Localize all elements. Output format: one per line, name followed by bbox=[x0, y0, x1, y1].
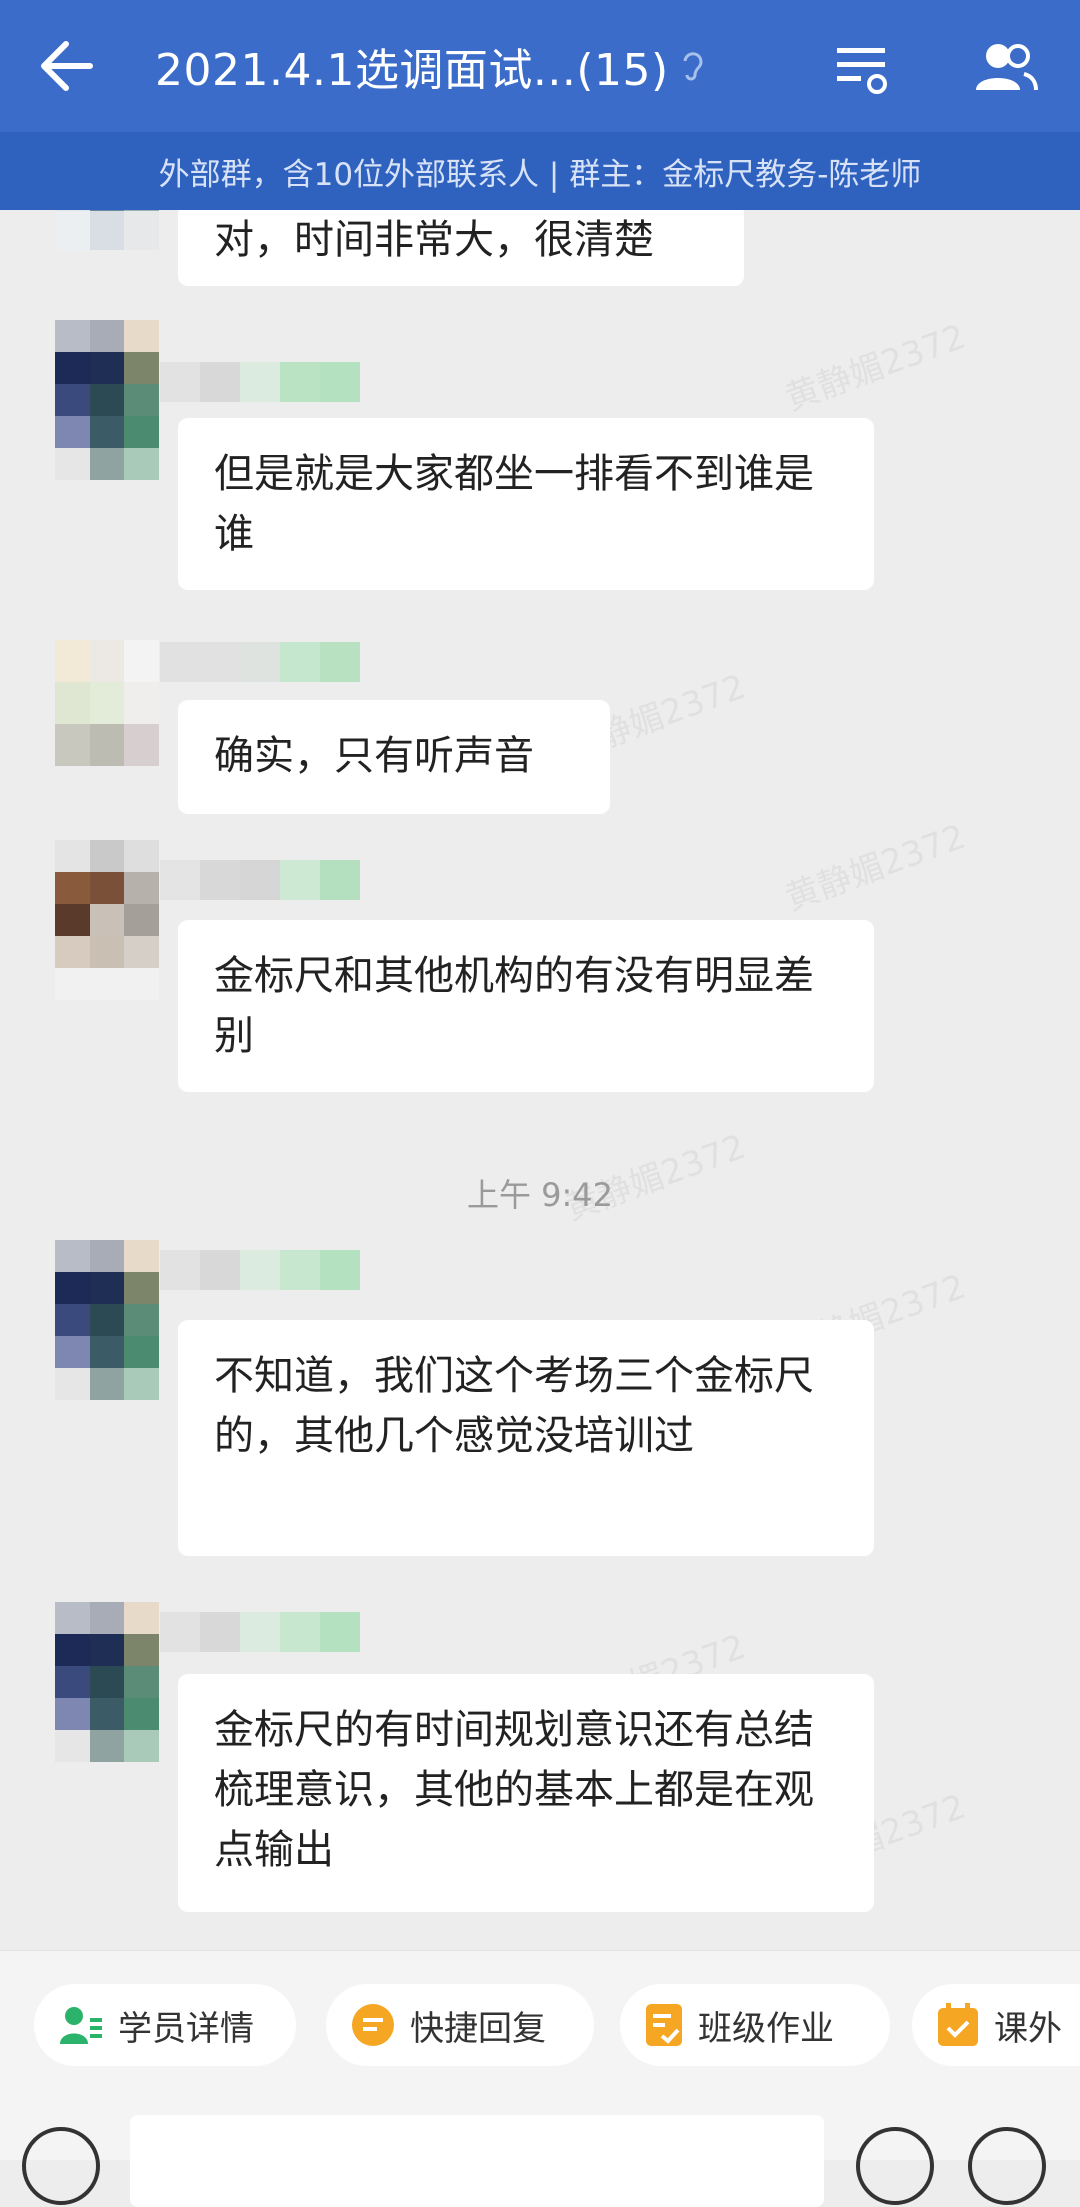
message-input-bar bbox=[0, 2075, 1080, 2207]
chat-title-area[interactable]: 2021.4.1选调面试...(15) bbox=[155, 30, 705, 102]
more-options-button[interactable] bbox=[968, 2127, 1046, 2205]
sender-name bbox=[160, 860, 360, 900]
quick-action-label: 课外 bbox=[994, 2008, 1062, 2049]
avatar[interactable] bbox=[55, 1240, 159, 1400]
group-info-bar[interactable]: 外部群，含10位外部联系人 | 群主：金标尺教务-陈老师 bbox=[0, 132, 1080, 210]
message-bubble[interactable]: 金标尺的有时间规划意识还有总结梳理意识，其他的基本上都是在观点输出 bbox=[178, 1674, 874, 1912]
message-bubble[interactable]: 不知道，我们这个考场三个金标尺的，其他几个感觉没培训过 bbox=[178, 1320, 874, 1556]
message-text: 确实，只有听声音 bbox=[214, 733, 534, 779]
message-text: 金标尺的有时间规划意识还有总结梳理意识，其他的基本上都是在观点输出 bbox=[214, 1707, 814, 1873]
extracurricular-button[interactable]: 课外 bbox=[912, 1984, 1080, 2066]
quick-reply-icon bbox=[350, 2002, 396, 2048]
message-bubble[interactable]: 但是就是大家都坐一排看不到谁是谁 bbox=[178, 418, 874, 590]
quick-action-label: 快捷回复 bbox=[410, 2008, 546, 2049]
chat-title: 2021.4.1选调面试...(15) bbox=[155, 45, 669, 96]
chat-header: 2021.4.1选调面试...(15) bbox=[0, 0, 1080, 132]
message-timestamp: 上午 9:42 bbox=[466, 1176, 614, 1214]
sender-name bbox=[160, 362, 360, 402]
sender-name bbox=[160, 642, 360, 682]
message-list[interactable]: 黄静媚2372 黄静媚2372 黄静媚2372 黄静媚2372 黄静媚2372 … bbox=[0, 210, 1080, 1950]
avatar[interactable] bbox=[55, 840, 159, 1000]
message-bubble[interactable]: 确实，只有听声音 bbox=[178, 700, 610, 814]
earpiece-mode-icon bbox=[679, 49, 705, 83]
message-text: 对，时间非常大，很清楚 bbox=[214, 217, 654, 263]
back-arrow-icon bbox=[41, 41, 93, 91]
quick-action-label: 学员详情 bbox=[118, 2008, 254, 2049]
avatar[interactable] bbox=[55, 1602, 159, 1762]
message-text: 不知道，我们这个考场三个金标尺的，其他几个感觉没培训过 bbox=[214, 1353, 814, 1459]
sender-name bbox=[160, 1612, 360, 1652]
avatar[interactable] bbox=[55, 210, 159, 250]
message-bubble[interactable]: 对，时间非常大，很清楚 bbox=[178, 210, 744, 286]
message-input[interactable] bbox=[130, 2115, 824, 2207]
group-members-button[interactable] bbox=[968, 32, 1044, 104]
student-details-button[interactable]: 学员详情 bbox=[34, 1984, 296, 2066]
avatar[interactable] bbox=[55, 640, 159, 766]
calendar-icon bbox=[936, 2002, 980, 2048]
back-button[interactable] bbox=[28, 30, 104, 102]
chat-menu-button[interactable] bbox=[826, 32, 898, 104]
group-members-icon bbox=[976, 44, 1038, 91]
watermark: 黄静媚2372 bbox=[780, 316, 971, 419]
watermark: 黄静媚2372 bbox=[780, 816, 971, 919]
avatar[interactable] bbox=[55, 320, 159, 480]
voice-input-button[interactable] bbox=[22, 2127, 100, 2205]
homework-icon bbox=[644, 2002, 684, 2048]
sender-name bbox=[160, 1250, 360, 1290]
message-text: 金标尺和其他机构的有没有明显差别 bbox=[214, 953, 814, 1059]
menu-list-icon bbox=[837, 48, 887, 94]
student-icon bbox=[58, 2004, 104, 2046]
quick-action-bar[interactable]: 学员详情 快捷回复 班级作业 课外 bbox=[0, 1950, 1080, 2076]
group-info-text: 外部群，含10位外部联系人 | 群主：金标尺教务-陈老师 bbox=[158, 156, 922, 193]
emoji-button[interactable] bbox=[856, 2127, 934, 2205]
message-text: 但是就是大家都坐一排看不到谁是谁 bbox=[214, 451, 814, 557]
message-bubble[interactable]: 金标尺和其他机构的有没有明显差别 bbox=[178, 920, 874, 1092]
quick-reply-button[interactable]: 快捷回复 bbox=[326, 1984, 594, 2066]
quick-action-label: 班级作业 bbox=[698, 2008, 834, 2049]
class-homework-button[interactable]: 班级作业 bbox=[620, 1984, 890, 2066]
